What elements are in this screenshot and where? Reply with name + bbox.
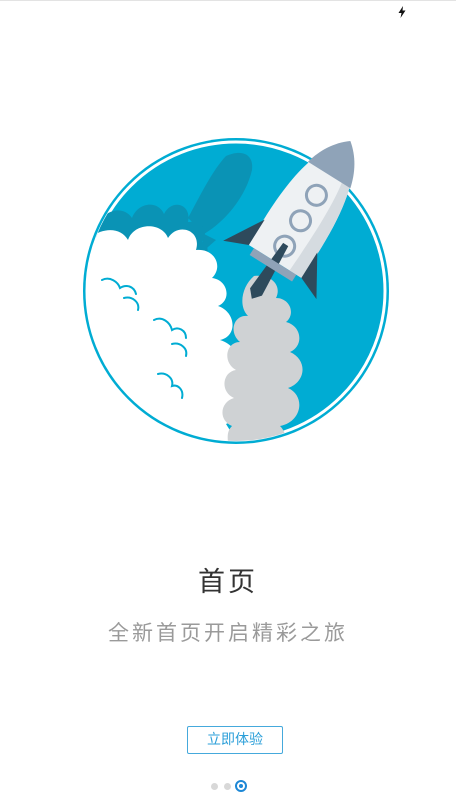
charging-icon [398,6,406,18]
start-now-button[interactable]: 立即体验 [187,726,283,754]
page-title: 首页 [198,567,258,598]
page-indicator [0,780,456,792]
page-dot-3-active[interactable] [235,780,247,792]
status-bar-divider [0,0,456,1]
page-dot-2[interactable] [224,783,231,790]
rocket-launch-illustration [83,138,389,444]
page-dot-1[interactable] [211,783,218,790]
onboarding-screen: 首页 全新首页开启精彩之旅 立即体验 [0,0,456,811]
status-bar [0,0,456,22]
page-subtitle: 全新首页开启精彩之旅 [108,621,348,645]
